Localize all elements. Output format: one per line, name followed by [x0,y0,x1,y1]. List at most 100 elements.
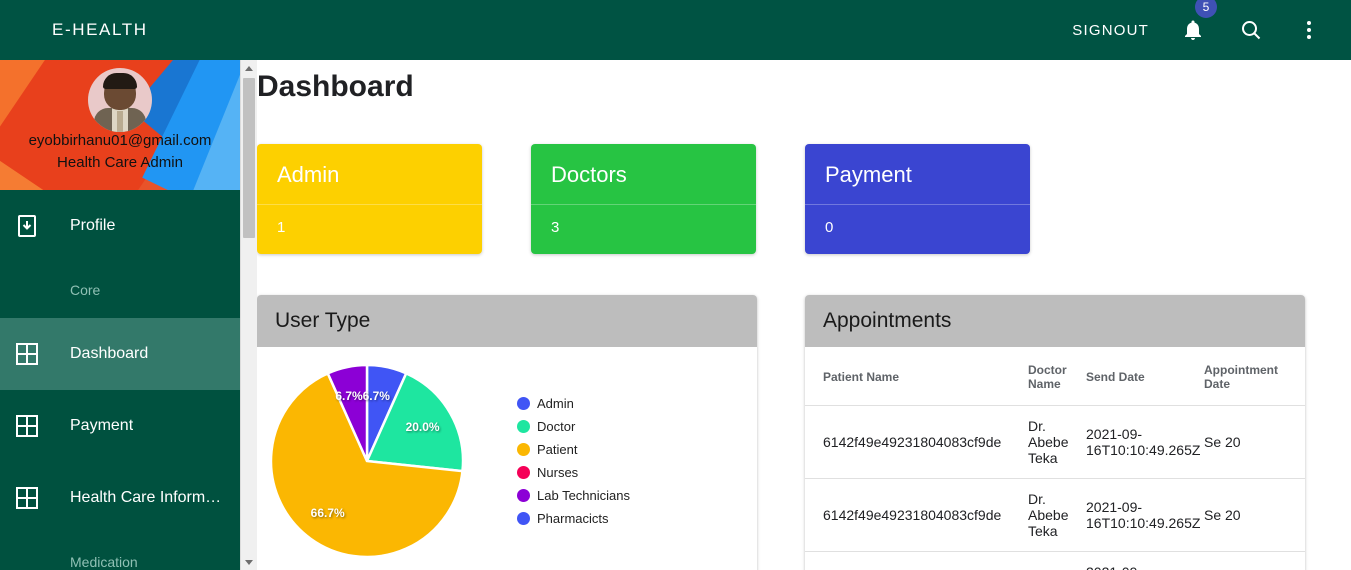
sidebar-item-label: Health Care Inform… [70,489,222,506]
table-head: Patient Name Doctor Name Send Date Appoi… [805,347,1305,406]
cell-doctor-name: Dr. Abebe Teka [1020,405,1078,479]
stat-card-value: 3 [551,219,560,236]
legend-color-swatch [517,466,530,479]
table-body: 6142f49e49231804083cf9de Dr. Abebe Teka 20… [805,405,1305,570]
pie-slice-label: 6.7% [362,389,390,404]
sidebar-item-profile[interactable]: Profile [0,190,240,262]
legend-label: Lab Technicians [537,488,630,503]
main-content: Dashboard Admin 1 Doctors 3 Payment 0 Us… [257,60,1351,570]
profile-role: Health Care Admin [57,154,183,171]
stat-card-title: Payment [825,162,912,187]
cell-send-date: 2021-09-16T10:10:49.265Z [1078,551,1196,570]
scrollbar-thumb[interactable] [243,78,255,238]
pie-slice-label: 20.0% [405,420,440,435]
grid-icon [0,413,54,439]
pie-slice-label: 6.7% [335,389,363,404]
stat-card-title: Doctors [551,162,627,187]
legend-label: Pharmacicts [537,511,609,526]
cell-patient-name: 6142f49e49231804083cf9de [805,551,1020,570]
table-row[interactable]: 6142f49e49231804083cf9de Dr. Abebe Teka 20… [805,478,1305,552]
app-bar-actions: SIGNOUT 5 [1062,0,1351,60]
legend-color-swatch [517,512,530,525]
appointments-panel-title: Appointments [805,295,1305,347]
cell-appointment-date: Se 20 [1196,551,1305,570]
pie-chart: 6.7% 20.0% 66.7% 6.7% [257,347,517,570]
panels-row: User Type 6.7% 20.0% 66.7% 6.7% Admin Doctor… [257,295,1351,570]
avatar[interactable] [88,68,152,132]
column-header-send-date[interactable]: Send Date [1078,347,1196,406]
download-box-icon [0,214,54,238]
notification-badge: 5 [1195,0,1217,18]
profile-email: eyobbirhanu01@gmail.com [28,132,212,149]
legend-item[interactable]: Admin [517,392,630,415]
grid-icon [0,485,54,511]
legend-item[interactable]: Lab Technicians [517,484,630,507]
legend-item[interactable]: Patient [517,438,630,461]
cell-doctor-name: Dr. Abebe Teka [1020,478,1078,552]
legend-item[interactable]: Nurses [517,461,630,484]
cell-send-date: 2021-09-16T10:10:49.265Z [1078,478,1200,552]
sidebar-item-health-care-information[interactable]: Health Care Inform… [0,462,240,534]
table-row[interactable]: 6142f49e49231804083cf9de Dr. Abebe Teka 20… [805,405,1305,479]
stat-card-doctors[interactable]: Doctors 3 [531,144,756,254]
page-title: Dashboard [257,70,414,103]
appointments-table-wrap: Patient Name Doctor Name Send Date Appoi… [805,347,1305,570]
sidebar-scrollbar[interactable] [240,60,257,570]
scroll-down-arrow-icon[interactable] [241,554,257,570]
sidebar-section-medication: Medication [70,554,138,570]
search-button[interactable] [1227,6,1275,54]
more-options-button[interactable] [1285,6,1333,54]
appointments-table: Patient Name Doctor Name Send Date Appoi… [805,347,1305,570]
cell-send-date: 2021-09-16T10:10:49.265Z [1078,405,1200,479]
legend-label: Doctor [537,419,576,434]
legend-label: Admin [537,396,574,411]
cell-appointment-date: Se 20 [1196,405,1305,479]
legend-color-swatch [517,420,530,433]
user-type-panel-title: User Type [257,295,757,347]
column-header-appointment-date[interactable]: Appointment Date [1196,347,1305,406]
stat-card-admin[interactable]: Admin 1 [257,144,482,254]
column-header-patient-name[interactable]: Patient Name [805,347,1020,406]
scroll-up-arrow-icon[interactable] [241,60,257,76]
legend-label: Nurses [537,465,579,480]
pie-chart-svg [269,363,465,559]
sidebar-item-payment[interactable]: Payment [0,390,240,462]
cell-patient-name: 6142f49e49231804083cf9de [805,405,1020,479]
bell-icon [1185,20,1201,40]
pie-slice-label: 66.7% [310,505,345,520]
sidebar-item-dashboard[interactable]: Dashboard [0,318,240,390]
sidebar-item-label: Payment [70,417,134,434]
table-header-row: Patient Name Doctor Name Send Date Appoi… [805,347,1305,406]
legend-item[interactable]: Doctor [517,415,630,438]
more-vert-icon [1307,21,1311,39]
user-type-panel: User Type 6.7% 20.0% 66.7% 6.7% Admin Doctor… [257,295,757,570]
sidebar-section-core: Core [70,282,101,298]
legend-item[interactable]: Pharmacicts [517,507,630,530]
cell-appointment-date: Se 20 [1196,478,1305,552]
appointments-panel: Appointments Patient Name Doctor Name Se… [805,295,1305,570]
legend-color-swatch [517,397,530,410]
stat-card-title: Admin [277,162,340,187]
table-row[interactable]: 6142f49e49231804083cf9deAster2021-09-16T… [805,551,1305,570]
sidebar-item-label: Profile [70,217,116,234]
sidebar-item-label: Dashboard [70,345,149,362]
stat-card-value: 1 [277,219,286,236]
profile-header: eyobbirhanu01@gmail.com Health Care Admi… [0,60,240,190]
column-header-doctor-name[interactable]: Doctor Name [1020,347,1078,406]
legend-label: Patient [537,442,578,457]
stat-card-value: 0 [825,219,834,236]
chart-legend: Admin Doctor Patient Nurses Lab Technicians P… [517,392,630,530]
grid-icon [0,341,54,367]
avatar-hair [103,73,137,89]
legend-color-swatch [517,443,530,456]
cell-patient-name: 6142f49e49231804083cf9de [805,478,1020,552]
signout-button[interactable]: SIGNOUT [1062,14,1159,47]
top-app-bar: E-HEALTH SIGNOUT 5 [0,0,1351,60]
notifications-button[interactable]: 5 [1169,0,1217,54]
legend-color-swatch [517,489,530,502]
app-brand: E-HEALTH [52,20,148,39]
sidebar: eyobbirhanu01@gmail.com Health Care Admi… [0,60,240,570]
stat-cards-row: Admin 1 Doctors 3 Payment 0 [257,144,1351,254]
cell-doctor-name: Aster [1020,551,1078,570]
stat-card-payment[interactable]: Payment 0 [805,144,1030,254]
